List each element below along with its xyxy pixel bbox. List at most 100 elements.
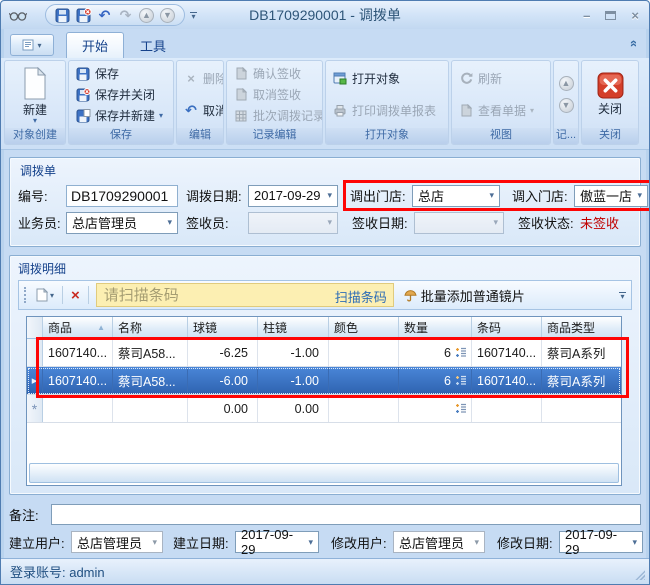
out-store-dropdown[interactable]: 总店 ▾ bbox=[412, 185, 500, 207]
toolbar-overflow-icon[interactable]: ▾ bbox=[619, 292, 626, 299]
tab-start[interactable]: 开始 bbox=[66, 32, 124, 58]
minimize-button[interactable]: – bbox=[583, 9, 590, 22]
col-sphere[interactable]: 球镜 bbox=[188, 317, 258, 338]
batch-add-lens-button[interactable]: 批量添加普通镜片 bbox=[399, 283, 530, 307]
save-close-icon[interactable] bbox=[74, 6, 93, 25]
grid-cell[interactable] bbox=[329, 395, 399, 422]
chevron-down-icon: ▾ bbox=[629, 537, 640, 548]
grid-cell[interactable]: 6 bbox=[399, 367, 472, 394]
close-button[interactable]: 关闭 bbox=[585, 63, 635, 126]
grid-cell[interactable] bbox=[399, 395, 472, 422]
grid-cell[interactable]: 0.00 bbox=[258, 395, 329, 422]
ribbon: 新建 ▾ 对象创建 保存 保存并关闭 bbox=[1, 58, 649, 150]
receiver-dropdown: ▾ bbox=[248, 212, 338, 234]
salesman-label: 业务员: bbox=[18, 213, 66, 232]
grid-cell[interactable]: 1607140... bbox=[472, 339, 542, 366]
detail-grid: 商品 ▲ 名称 球镜 柱镜 颜色 数量 条码 商品类型 1607140... 蔡… bbox=[26, 316, 622, 486]
close-window-button[interactable]: × bbox=[631, 9, 639, 22]
grid-cell[interactable]: 蔡司A58... bbox=[113, 367, 188, 394]
redo-icon[interactable]: ↷ bbox=[116, 6, 135, 25]
table-row-new[interactable]: * 0.00 0.00 bbox=[27, 395, 621, 423]
group-label: 记录编辑 bbox=[227, 128, 322, 144]
scan-barcode-input[interactable] bbox=[96, 283, 394, 307]
panel-title: 调拨单 bbox=[18, 160, 632, 182]
close-icon bbox=[597, 72, 624, 99]
transfer-date-dropdown[interactable]: 2017-09-29 ▾ bbox=[248, 185, 338, 207]
new-row-button[interactable]: ▾ bbox=[32, 284, 57, 306]
grid-cell[interactable] bbox=[329, 367, 399, 394]
modified-user-dropdown: 总店管理员 ▾ bbox=[393, 531, 485, 553]
application-menu-button[interactable]: ▾ bbox=[10, 34, 54, 56]
remark-row: 备注: bbox=[9, 503, 641, 525]
col-product[interactable]: 商品 ▲ bbox=[43, 317, 113, 338]
salesman-dropdown[interactable]: 总店管理员 ▾ bbox=[66, 212, 178, 234]
cancel-button[interactable]: ↶ 取消 bbox=[180, 101, 224, 120]
grid-cell[interactable]: 蔡司A系列 bbox=[542, 367, 621, 394]
grid-cell[interactable]: 0.00 bbox=[188, 395, 258, 422]
undo-icon[interactable]: ↶ bbox=[95, 6, 114, 25]
save-button[interactable]: 保存 bbox=[72, 64, 170, 83]
number-input[interactable] bbox=[71, 188, 173, 204]
save-icon[interactable] bbox=[53, 6, 72, 25]
record-previous-icon[interactable]: ▲ bbox=[559, 76, 574, 91]
receiver-label: 签收员: bbox=[186, 213, 248, 232]
grid-cell[interactable] bbox=[329, 339, 399, 366]
open-object-button[interactable]: 打开对象 bbox=[329, 69, 445, 88]
group-label: 编辑 bbox=[177, 128, 223, 144]
collapse-ribbon-icon[interactable]: » bbox=[625, 40, 640, 47]
resize-grip[interactable] bbox=[634, 569, 645, 580]
created-user-label: 建立用户: bbox=[9, 533, 71, 552]
remark-field[interactable] bbox=[51, 504, 641, 525]
grid-cell[interactable]: -6.00 bbox=[188, 367, 258, 394]
delete-row-button[interactable]: × bbox=[68, 284, 83, 306]
grid-cell[interactable]: 1607140... bbox=[43, 339, 113, 366]
col-quantity[interactable]: 数量 bbox=[399, 317, 472, 338]
grid-cell[interactable]: 蔡司A58... bbox=[113, 339, 188, 366]
batch-list-icon[interactable] bbox=[454, 403, 467, 414]
grid-cell[interactable]: -6.25 bbox=[188, 339, 258, 366]
transfer-date-label: 调拨日期: bbox=[186, 186, 248, 205]
table-row-selected[interactable]: ▸ 1607140... 蔡司A58... -6.00 -1.00 6 1607… bbox=[27, 367, 621, 395]
col-type[interactable]: 商品类型 bbox=[542, 317, 621, 338]
batch-transfer-record-button: 批次调拨记录 bbox=[230, 106, 323, 125]
col-barcode[interactable]: 条码 bbox=[472, 317, 542, 338]
grid-cell[interactable]: 6 bbox=[399, 339, 472, 366]
grid-cell[interactable] bbox=[113, 395, 188, 422]
in-store-dropdown[interactable]: 傲蓝一店 ▾ bbox=[574, 185, 648, 207]
new-button[interactable]: 新建 ▾ bbox=[8, 63, 62, 126]
record-down-icon[interactable]: ▼ bbox=[158, 6, 177, 25]
table-row[interactable]: 1607140... 蔡司A58... -6.25 -1.00 6 160714… bbox=[27, 339, 621, 367]
row-selector[interactable] bbox=[27, 339, 43, 366]
grid-cell[interactable]: -1.00 bbox=[258, 367, 329, 394]
number-field[interactable] bbox=[66, 185, 178, 207]
customize-qat-icon[interactable]: ▾ bbox=[190, 12, 197, 19]
grid-cell[interactable]: 蔡司A系列 bbox=[542, 339, 621, 366]
col-name[interactable]: 名称 bbox=[113, 317, 188, 338]
batch-list-icon[interactable] bbox=[454, 375, 467, 386]
grid-cell[interactable] bbox=[43, 395, 113, 422]
save-and-close-button[interactable]: 保存并关闭 bbox=[72, 85, 170, 104]
grid-cell[interactable]: 1607140... bbox=[43, 367, 113, 394]
col-color[interactable]: 颜色 bbox=[329, 317, 399, 338]
new-row-marker[interactable]: * bbox=[27, 395, 43, 422]
col-cylinder[interactable]: 柱镜 bbox=[258, 317, 329, 338]
sort-asc-icon: ▲ bbox=[97, 323, 107, 332]
current-row-marker[interactable]: ▸ bbox=[27, 367, 43, 394]
grid-cell[interactable] bbox=[542, 395, 621, 422]
toolbar-grip[interactable] bbox=[24, 287, 27, 303]
maximize-button[interactable] bbox=[605, 11, 616, 20]
remark-input[interactable] bbox=[56, 506, 636, 522]
tab-tools[interactable]: 工具 bbox=[124, 32, 182, 58]
save-and-new-button[interactable]: 保存并新建 ▾ bbox=[72, 106, 170, 125]
batch-list-icon[interactable] bbox=[454, 347, 467, 358]
chevron-down-icon: ▾ bbox=[50, 291, 54, 300]
document-x-icon bbox=[233, 88, 249, 101]
in-store-label: 调入门店: bbox=[512, 186, 574, 205]
grid-cell[interactable] bbox=[472, 395, 542, 422]
glasses-app-icon[interactable] bbox=[9, 7, 29, 23]
record-next-icon[interactable]: ▼ bbox=[559, 98, 574, 113]
grid-icon bbox=[233, 110, 249, 122]
record-up-icon[interactable]: ▲ bbox=[137, 6, 156, 25]
grid-cell[interactable]: 1607140... bbox=[472, 367, 542, 394]
grid-cell[interactable]: -1.00 bbox=[258, 339, 329, 366]
